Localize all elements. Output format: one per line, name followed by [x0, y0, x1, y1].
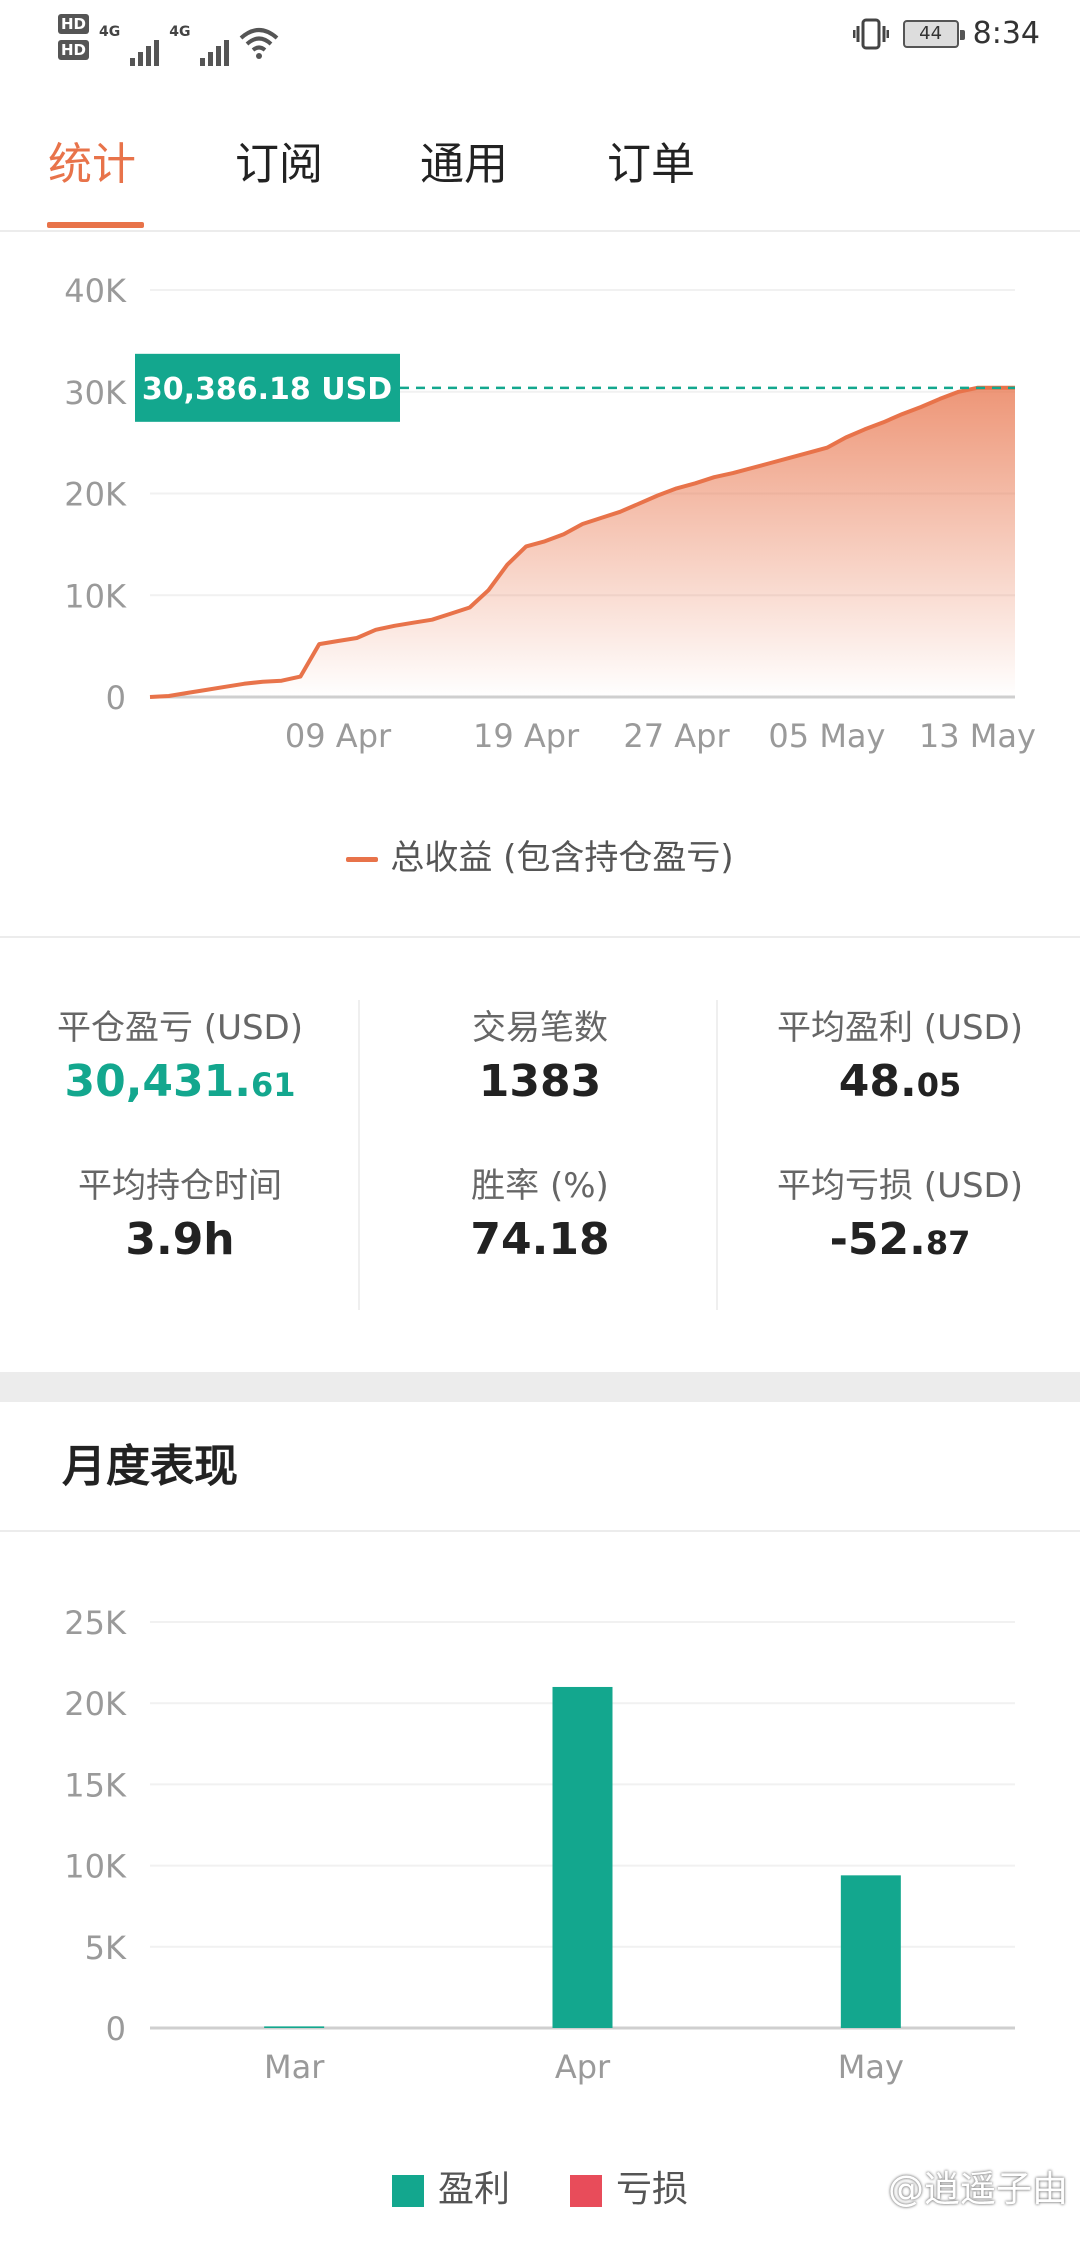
- x-tick-label: 27 Apr: [623, 717, 730, 755]
- wifi-icon: [240, 28, 279, 59]
- avg-loss-label: 平均亏损 (USD): [777, 1166, 1023, 1206]
- tab-orders[interactable]: 订单: [607, 128, 695, 192]
- status-bar: HD HD 4G 4G 44 8:34: [0, 0, 1080, 80]
- stats-column-3: 平均盈利 (USD) 48.05 平均亏损 (USD) -52.87: [720, 1000, 1080, 1274]
- status-left: HD HD 4G 4G: [58, 14, 279, 66]
- y-tick-label: 5K: [85, 1929, 127, 1967]
- hd-badge-2: HD: [58, 40, 90, 60]
- tab-general[interactable]: 通用: [420, 128, 508, 192]
- network-type-1: 4G: [99, 24, 121, 40]
- y-tick-label: 25K: [64, 1604, 127, 1642]
- avg-loss-value: -52.87: [829, 1214, 971, 1265]
- y-tick-label: 10K: [64, 1848, 127, 1886]
- avg-profit-value: 48.05: [838, 1056, 962, 1107]
- x-tick-label: 13 May: [919, 717, 1036, 755]
- legend-line-swatch: [346, 857, 379, 862]
- tab-bar: 统计 订阅 通用 订单: [0, 80, 1080, 232]
- legend-profit[interactable]: 盈利: [391, 2160, 510, 2212]
- legend-loss[interactable]: 亏损: [570, 2160, 688, 2212]
- monthly-bar-chart: 25K 20K 15K 10K 5K 0 Mar Apr May: [64, 1604, 1015, 2086]
- tab-subscription[interactable]: 订阅: [235, 128, 323, 192]
- y-tick-label: 10K: [64, 577, 127, 615]
- y-tick-label: 30K: [64, 374, 127, 412]
- win-rate-label: 胜率 (%): [471, 1166, 609, 1206]
- stats-panel: 平仓盈亏 (USD) 30,431.61 平均持仓时间 3.9h 交易笔数 13…: [0, 940, 1080, 1370]
- y-tick-label: 20K: [64, 1685, 127, 1723]
- y-tick-label: 40K: [64, 272, 127, 310]
- cumulative-profit-chart: 40K 30K 20K 10K 0 09 Apr 19 Apr 27 Apr 05 May 13 …: [64, 272, 1036, 755]
- x-tick-label: 09 Apr: [285, 717, 392, 755]
- active-tab-indicator: [47, 222, 144, 228]
- bar-mar[interactable]: [264, 2026, 325, 2028]
- avg-hold-time-label: 平均持仓时间: [78, 1166, 282, 1206]
- network-type-2: 4G: [169, 24, 191, 40]
- profit-legend: 总收益 (包含持仓盈亏): [0, 830, 1080, 879]
- stats-column-1: 平仓盈亏 (USD) 30,431.61 平均持仓时间 3.9h: [0, 1000, 360, 1274]
- avg-hold-time-value: 3.9h: [125, 1214, 235, 1265]
- stats-separator-2: [716, 1000, 718, 1310]
- x-tick-label: 05 May: [768, 717, 885, 755]
- monthly-divider: [0, 1530, 1080, 1532]
- hd-badge-1: HD: [58, 14, 90, 34]
- signal-icon-2: [200, 32, 230, 66]
- y-tick-label: 0: [106, 679, 126, 717]
- bar-may[interactable]: [840, 1875, 901, 2028]
- vibrate-icon: [852, 18, 889, 49]
- section-divider: [0, 936, 1080, 938]
- y-tick-label: 0: [106, 2010, 126, 2048]
- watermark: @逍遥子由: [887, 2169, 1068, 2210]
- close-pnl-value: 30,431.61: [64, 1056, 296, 1107]
- win-rate-value: 74.18: [470, 1214, 610, 1265]
- legend-profit-swatch: [391, 2175, 424, 2207]
- tab-statistics[interactable]: 统计: [48, 128, 136, 192]
- x-tick-label: May: [838, 2048, 904, 2086]
- trade-count-value: 1383: [478, 1056, 602, 1107]
- avg-profit-label: 平均盈利 (USD): [777, 1008, 1023, 1048]
- y-tick-label: 15K: [64, 1766, 127, 1804]
- signal-icon-1: [130, 32, 160, 66]
- status-right: 44 8:34: [852, 16, 1040, 51]
- bar-apr[interactable]: [552, 1686, 613, 2028]
- monthly-title: 月度表现: [62, 1441, 238, 1492]
- stats-column-2: 交易笔数 1383 胜率 (%) 74.18: [360, 1000, 720, 1274]
- trade-count-label: 交易笔数: [472, 1008, 608, 1048]
- x-tick-label: Mar: [264, 2048, 325, 2086]
- y-tick-label: 20K: [64, 476, 127, 514]
- battery-icon: 44: [902, 19, 965, 48]
- legend-label: 总收益 (包含持仓盈亏): [390, 838, 734, 878]
- x-tick-label: 19 Apr: [473, 717, 580, 755]
- x-tick-label: Apr: [555, 2048, 611, 2086]
- section-gap: [0, 1372, 1080, 1402]
- profit-area: [150, 387, 1015, 697]
- legend-loss-swatch: [570, 2175, 602, 2207]
- clock: 8:34: [972, 16, 1040, 51]
- close-pnl-label: 平仓盈亏 (USD): [57, 1008, 303, 1048]
- marker-label-text: 30,386.18 USD: [142, 372, 392, 407]
